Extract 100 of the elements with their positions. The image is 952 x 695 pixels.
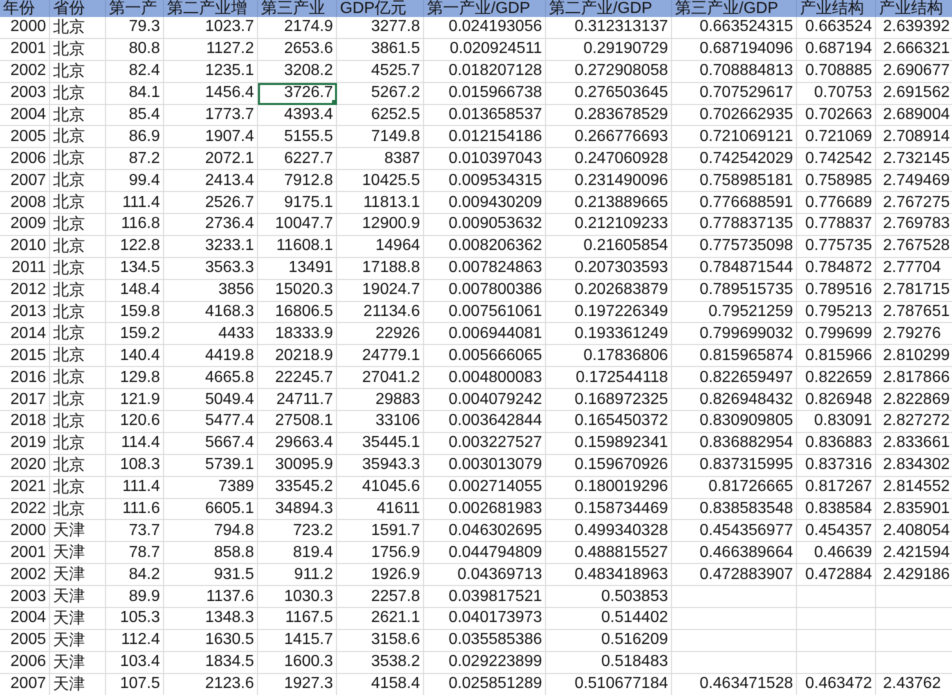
table-cell[interactable]: 0.817267 (797, 476, 876, 499)
table-cell[interactable]: 2.767528 (876, 236, 952, 258)
table-cell[interactable]: 0.212109233 (546, 214, 672, 236)
table-cell[interactable]: 105.3 (106, 608, 164, 630)
table-cell[interactable]: 140.4 (106, 345, 164, 368)
table-cell[interactable]: 819.4 (258, 542, 337, 564)
table-cell[interactable]: 3856 (164, 280, 258, 302)
table-cell[interactable]: 2.767275 (876, 192, 952, 214)
table-cell[interactable]: 0.815965874 (672, 345, 797, 368)
table-cell[interactable]: 0.79521259 (672, 302, 797, 324)
table-cell[interactable]: 0.003227527 (424, 432, 546, 455)
table-cell[interactable]: 1834.5 (164, 652, 258, 674)
table-cell[interactable]: 2008 (0, 192, 50, 214)
table-cell[interactable]: 16806.5 (258, 302, 337, 324)
table-cell[interactable]: 35445.1 (337, 432, 424, 455)
table-cell[interactable]: 3208.2 (258, 60, 337, 83)
table-cell[interactable]: 2013 (0, 302, 50, 324)
table-cell[interactable] (797, 630, 876, 652)
table-cell[interactable]: 北京 (50, 280, 106, 302)
table-cell[interactable]: 2.79276 (876, 323, 952, 346)
table-cell[interactable]: 0.193361249 (546, 323, 672, 346)
table-cell[interactable]: 73.7 (106, 520, 164, 542)
table-cell[interactable]: 114.4 (106, 432, 164, 455)
table-cell[interactable]: 0.795213 (797, 302, 876, 324)
table-cell[interactable]: 22245.7 (258, 367, 337, 390)
table-cell[interactable]: 2002 (0, 60, 50, 83)
table-cell[interactable]: 7389 (164, 476, 258, 499)
table-cell[interactable]: 0.702662935 (672, 104, 797, 126)
table-cell[interactable]: 北京 (50, 214, 106, 236)
table-cell[interactable]: 122.8 (106, 236, 164, 258)
table-cell[interactable]: 1773.7 (164, 104, 258, 126)
table-cell[interactable]: 1167.5 (258, 608, 337, 630)
table-cell[interactable]: 0.463471528 (672, 674, 797, 695)
table-cell[interactable]: 2.769783 (876, 214, 952, 236)
table-cell[interactable]: 2526.7 (164, 192, 258, 214)
table-cell[interactable]: 0.826948 (797, 389, 876, 412)
table-cell[interactable]: 0.197226349 (546, 302, 672, 324)
table-cell[interactable]: 2.732145 (876, 148, 952, 170)
table-cell[interactable]: 0.775735098 (672, 236, 797, 258)
table-cell[interactable]: 0.472883907 (672, 564, 797, 586)
table-cell[interactable]: 108.3 (106, 454, 164, 477)
table-cell[interactable]: 北京 (50, 148, 106, 170)
table-cell[interactable]: 2001 (0, 542, 50, 564)
table-cell[interactable]: 0.784872 (797, 258, 876, 280)
table-cell[interactable]: 2018 (0, 411, 50, 433)
table-cell[interactable]: 北京 (50, 498, 106, 520)
table-cell[interactable]: 北京 (50, 82, 106, 105)
table-cell[interactable]: 2.691562 (876, 82, 952, 105)
table-cell[interactable]: 17188.8 (337, 258, 424, 280)
table-cell[interactable]: 北京 (50, 38, 106, 61)
table-cell[interactable]: 4525.7 (337, 60, 424, 83)
table-cell[interactable]: 86.9 (106, 126, 164, 148)
table-cell[interactable]: 111.4 (106, 476, 164, 499)
table-cell[interactable]: 2005 (0, 126, 50, 148)
table-cell[interactable]: 82.4 (106, 60, 164, 83)
table-cell[interactable]: 159.8 (106, 302, 164, 324)
table-cell[interactable]: 0.483418963 (546, 564, 672, 586)
table-cell[interactable]: 5739.1 (164, 454, 258, 477)
table-cell[interactable]: 2005 (0, 630, 50, 652)
table-cell[interactable]: 北京 (50, 345, 106, 368)
table-cell[interactable]: 0.044794809 (424, 542, 546, 564)
table-cell[interactable]: 北京 (50, 192, 106, 214)
table-cell[interactable]: 10425.5 (337, 170, 424, 192)
table-cell[interactable]: 2.781715 (876, 280, 952, 302)
table-cell[interactable]: 120.6 (106, 411, 164, 433)
table-cell[interactable]: 3158.6 (337, 630, 424, 652)
table-cell[interactable]: 0.035585386 (424, 630, 546, 652)
table-cell[interactable]: 794.8 (164, 520, 258, 542)
table-cell[interactable]: 0.202683879 (546, 280, 672, 302)
table-cell[interactable]: 87.2 (106, 148, 164, 170)
table-cell[interactable]: 0.266776693 (546, 126, 672, 148)
table-cell[interactable]: 27508.1 (258, 411, 337, 433)
table-cell[interactable]: 0.007561061 (424, 302, 546, 324)
table-cell[interactable]: 2621.1 (337, 608, 424, 630)
table-cell[interactable]: 0.029223899 (424, 652, 546, 674)
table-cell[interactable]: 北京 (50, 476, 106, 499)
table-cell[interactable]: 0.213889665 (546, 192, 672, 214)
table-cell[interactable] (672, 652, 797, 674)
table-cell[interactable]: 天津 (50, 630, 106, 652)
table-cell[interactable]: 2.835901 (876, 498, 952, 520)
table-cell[interactable]: 5049.4 (164, 389, 258, 412)
table-cell[interactable]: 0.04369713 (424, 564, 546, 586)
table-cell[interactable]: 0.276503645 (546, 82, 672, 105)
table-cell[interactable]: 北京 (50, 389, 106, 412)
table-cell[interactable]: 0.012154186 (424, 126, 546, 148)
table-cell[interactable]: 2.689004 (876, 104, 952, 126)
table-cell[interactable]: 2009 (0, 214, 50, 236)
table-cell[interactable]: 20218.9 (258, 345, 337, 368)
table-cell[interactable]: 13491 (258, 258, 337, 280)
table-cell[interactable]: 0.466389664 (672, 542, 797, 564)
table-cell[interactable]: 0.159670926 (546, 454, 672, 477)
table-cell[interactable]: 0.231490096 (546, 170, 672, 192)
table-cell[interactable]: 0.020924511 (424, 38, 546, 61)
table-cell[interactable] (672, 608, 797, 630)
table-cell[interactable]: 0.663524315 (672, 17, 797, 39)
table-cell[interactable]: 3861.5 (337, 38, 424, 61)
table-cell[interactable]: 858.8 (164, 542, 258, 564)
table-cell[interactable]: 6227.7 (258, 148, 337, 170)
table-cell[interactable]: 0.776689 (797, 192, 876, 214)
table-cell[interactable]: 0.822659497 (672, 367, 797, 390)
